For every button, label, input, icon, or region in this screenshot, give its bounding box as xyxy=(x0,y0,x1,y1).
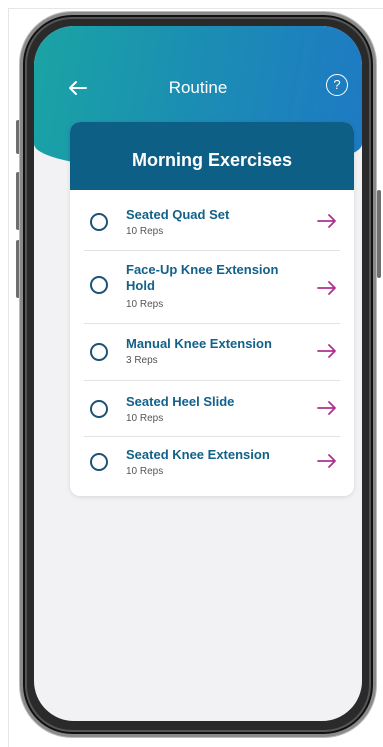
completion-radio[interactable] xyxy=(90,213,108,231)
help-button[interactable]: ? xyxy=(326,74,348,96)
completion-radio[interactable] xyxy=(90,343,108,361)
exercise-reps: 10 Reps xyxy=(126,413,164,424)
completion-radio[interactable] xyxy=(90,276,108,294)
exercise-name: Seated Heel Slide xyxy=(126,394,235,409)
exercise-name: Face-Up Knee Extension Hold xyxy=(126,262,279,293)
question-circle-icon: ? xyxy=(333,77,341,92)
exercise-item[interactable]: Seated Heel Slide 10 Reps xyxy=(84,381,340,437)
arrow-right-icon[interactable] xyxy=(316,213,338,229)
phone-power-button xyxy=(377,190,381,278)
routine-title: Morning Exercises xyxy=(70,122,354,190)
exercise-name: Seated Knee Extension xyxy=(126,447,270,462)
routine-card: Morning Exercises Seated Quad Set 10 Rep… xyxy=(70,122,354,496)
exercise-name: Manual Knee Extension xyxy=(126,336,272,351)
arrow-right-icon[interactable] xyxy=(316,280,338,296)
arrow-right-icon[interactable] xyxy=(316,453,338,469)
completion-radio[interactable] xyxy=(90,400,108,418)
top-bar: Routine ? xyxy=(34,70,362,106)
exercise-item[interactable]: Manual Knee Extension 3 Reps xyxy=(84,324,340,381)
exercise-list: Seated Quad Set 10 Reps Face-Up Knee Ext… xyxy=(70,190,354,489)
app-screen: Routine ? Morning Exercises Seated Quad … xyxy=(34,26,362,721)
exercise-reps: 10 Reps xyxy=(126,226,164,237)
arrow-right-icon[interactable] xyxy=(316,343,338,359)
exercise-name: Seated Quad Set xyxy=(126,207,230,222)
exercise-item[interactable]: Face-Up Knee Extension Hold 10 Reps xyxy=(84,251,340,324)
exercise-reps: 10 Reps xyxy=(126,466,164,477)
arrow-right-icon[interactable] xyxy=(316,400,338,416)
exercise-reps: 3 Reps xyxy=(126,355,158,366)
completion-radio[interactable] xyxy=(90,453,108,471)
exercise-reps: 10 Reps xyxy=(126,299,164,310)
exercise-item[interactable]: Seated Quad Set 10 Reps xyxy=(84,190,340,251)
exercise-item[interactable]: Seated Knee Extension 10 Reps xyxy=(84,437,340,489)
page-title: Routine xyxy=(168,78,228,97)
